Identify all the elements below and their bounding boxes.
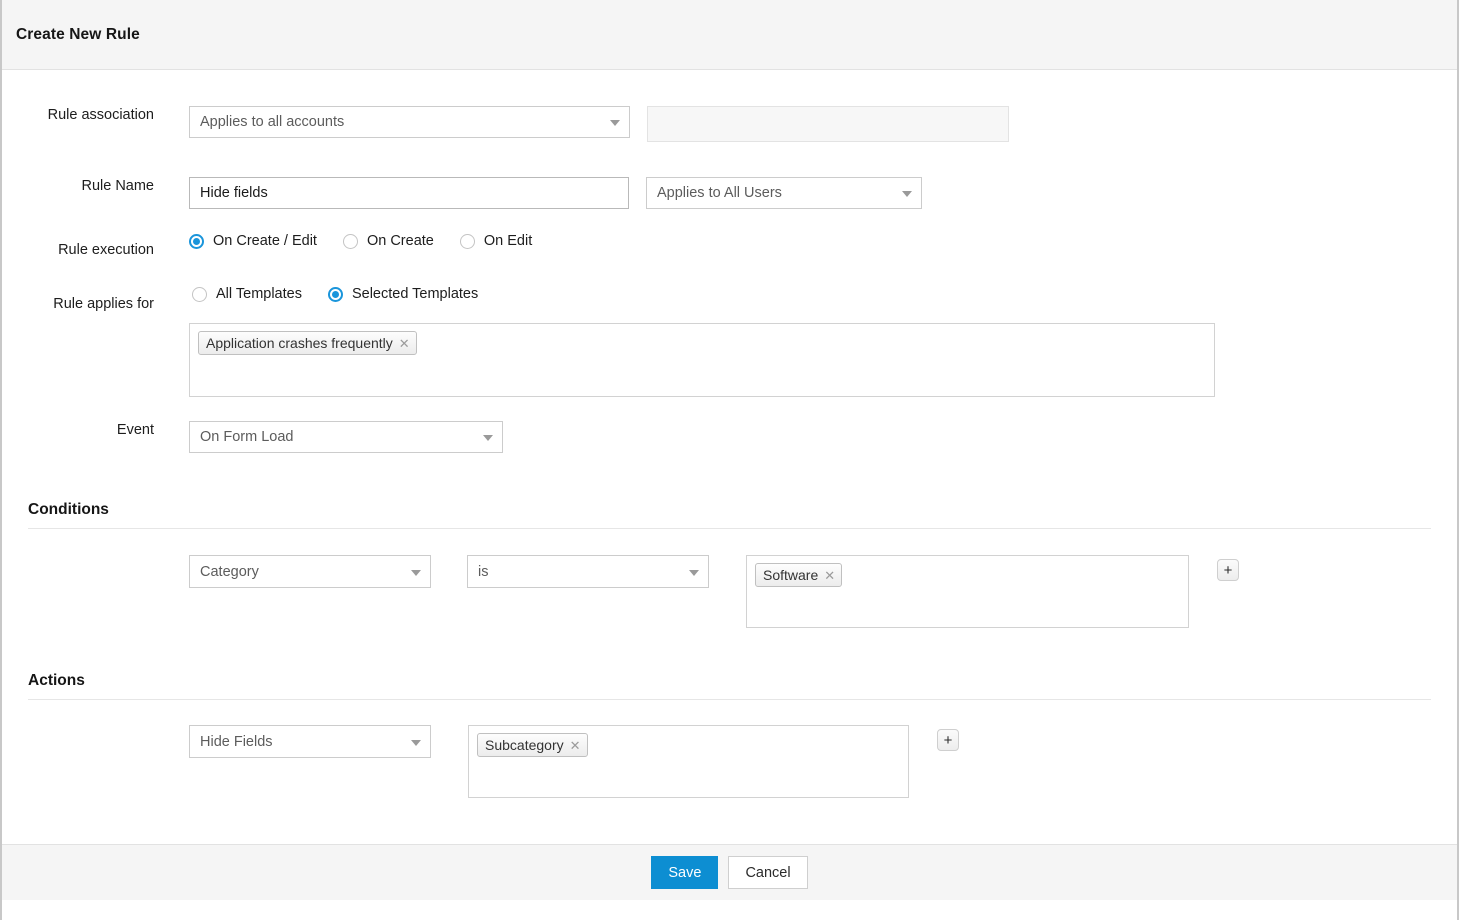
condition-value-chip-label: Software [763, 567, 819, 583]
radio-on-create-edit-label: On Create / Edit [213, 233, 317, 249]
save-button-label: Save [668, 864, 702, 881]
rule-applies-for-fields: All Templates Selected Templates Applica… [189, 286, 1215, 397]
dialog-header: Create New Rule [2, 0, 1457, 70]
field-row-rule-execution: Rule execution On Create / Edit On Creat… [2, 233, 1457, 259]
conditions-divider [28, 528, 1431, 529]
close-icon[interactable]: ✕ [824, 569, 835, 582]
dialog-footer: Save Cancel [2, 844, 1457, 900]
cancel-button[interactable]: Cancel [728, 856, 808, 889]
radio-all-templates-label: All Templates [216, 286, 302, 302]
condition-operator-select[interactable]: is [467, 555, 709, 588]
chevron-down-icon [902, 191, 912, 197]
radio-selected-templates[interactable]: Selected Templates [327, 286, 479, 302]
create-new-rule-dialog: Create New Rule Rule association Applies… [0, 0, 1459, 920]
radio-all-templates[interactable]: All Templates [192, 286, 302, 302]
event-fields: On Form Load [189, 421, 503, 453]
label-rule-execution: Rule execution [58, 242, 154, 258]
action-fields-chipbox[interactable]: Subcategory ✕ [468, 725, 909, 798]
action-type-select[interactable]: Hide Fields [189, 725, 431, 758]
chevron-down-icon [689, 569, 699, 576]
add-condition-button[interactable]: + [1217, 559, 1239, 581]
template-chip[interactable]: Application crashes frequently ✕ [198, 331, 417, 355]
condition-field-select[interactable]: Category [189, 555, 431, 588]
radio-on-create-indicator [342, 233, 358, 249]
add-action-button[interactable]: + [937, 729, 959, 751]
radio-on-create-label: On Create [366, 233, 434, 249]
rule-applies-for-radio-group: All Templates Selected Templates [192, 286, 478, 302]
condition-value-chipbox[interactable]: Software ✕ [746, 555, 1189, 628]
actions-title: Actions [28, 672, 85, 689]
selected-templates-chipbox[interactable]: Application crashes frequently ✕ [189, 323, 1215, 397]
field-row-event: Event On Form Load [2, 421, 1457, 453]
condition-operator-value: is [478, 563, 489, 580]
radio-on-edit-indicator [459, 233, 475, 249]
action-row: Hide Fields Subcategory ✕ + [2, 725, 1457, 798]
field-row-rule-name: Rule Name Hide fields Applies to All Use… [2, 177, 1457, 209]
rule-association-select-value: Applies to all accounts [200, 114, 345, 130]
rule-name-fields: Hide fields Applies to All Users [189, 177, 922, 209]
field-row-rule-association: Rule association Applies to all accounts [2, 106, 1457, 142]
radio-all-templates-indicator [192, 286, 207, 302]
dialog-body: Rule association Applies to all accounts… [2, 106, 1457, 900]
radio-on-edit[interactable]: On Edit [459, 233, 533, 249]
chevron-down-icon [411, 739, 421, 746]
rule-association-account-input[interactable] [647, 106, 1009, 142]
chevron-down-icon [610, 120, 620, 126]
conditions-section: Conditions [28, 501, 1431, 529]
chevron-down-icon [483, 435, 493, 441]
close-icon[interactable]: ✕ [399, 337, 410, 350]
add-condition-label: + [1223, 561, 1233, 579]
actions-divider [28, 699, 1431, 700]
close-icon[interactable]: ✕ [570, 739, 581, 752]
label-rule-applies-for: Rule applies for [53, 296, 154, 312]
label-event: Event [116, 422, 154, 438]
save-button[interactable]: Save [651, 856, 719, 889]
condition-field-value: Category [200, 563, 259, 580]
rule-association-fields: Applies to all accounts [189, 106, 1009, 142]
radio-on-create-edit-indicator [189, 233, 204, 249]
rule-execution-fields: On Create / Edit On Create On Edit [189, 233, 532, 249]
radio-selected-templates-indicator [327, 286, 343, 302]
action-field-chip-label: Subcategory [485, 737, 564, 753]
actions-section: Actions [28, 672, 1431, 700]
page-title: Create New Rule [16, 25, 140, 43]
template-chip-label: Application crashes frequently [206, 335, 393, 351]
label-rule-association: Rule association [47, 107, 154, 123]
rule-execution-radio-group: On Create / Edit On Create On Edit [189, 233, 532, 249]
cancel-button-label: Cancel [745, 864, 791, 881]
radio-selected-templates-label: Selected Templates [351, 286, 479, 302]
radio-on-create[interactable]: On Create [342, 233, 434, 249]
rule-user-scope-value: Applies to All Users [657, 185, 782, 201]
rule-association-select[interactable]: Applies to all accounts [189, 106, 630, 138]
action-row-fields: Hide Fields Subcategory ✕ + [189, 725, 959, 798]
radio-on-create-edit[interactable]: On Create / Edit [189, 233, 317, 249]
action-field-chip[interactable]: Subcategory ✕ [477, 733, 588, 757]
label-rule-name: Rule Name [81, 178, 154, 194]
condition-row: Category is Software ✕ + [2, 555, 1457, 628]
rule-name-input[interactable]: Hide fields [189, 177, 629, 209]
add-action-label: + [943, 731, 953, 749]
chevron-down-icon [411, 569, 421, 576]
event-select-value: On Form Load [200, 429, 294, 445]
rule-user-scope-select[interactable]: Applies to All Users [646, 177, 922, 209]
event-select[interactable]: On Form Load [189, 421, 503, 453]
field-row-rule-applies-for: Rule applies for All Templates Selected … [2, 286, 1457, 397]
condition-row-fields: Category is Software ✕ + [189, 555, 1239, 628]
conditions-title: Conditions [28, 501, 109, 518]
radio-on-edit-label: On Edit [483, 233, 533, 249]
condition-value-chip[interactable]: Software ✕ [755, 563, 843, 587]
action-type-value: Hide Fields [200, 733, 273, 750]
